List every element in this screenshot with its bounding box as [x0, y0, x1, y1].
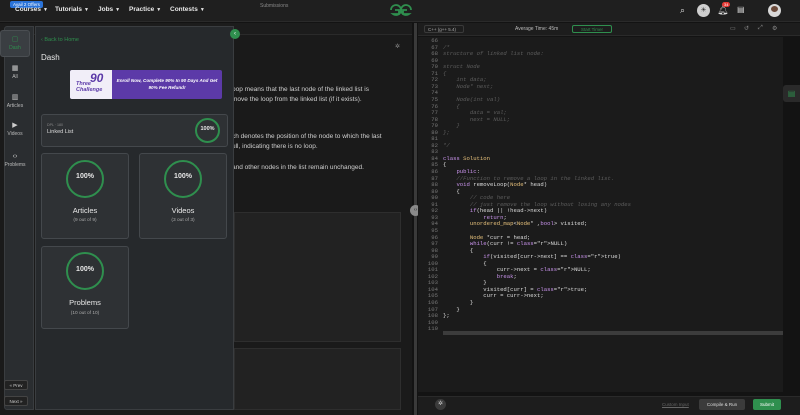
- chevron-down-icon: ▼: [115, 7, 121, 13]
- rail-item-label: Dash: [9, 45, 21, 51]
- nav-contests[interactable]: Contests ▼: [170, 6, 205, 13]
- example-block: [234, 348, 401, 410]
- nav-courses-label: Courses: [15, 6, 42, 13]
- rail-item-label: All: [12, 74, 18, 80]
- nav-jobs[interactable]: Jobs ▼: [98, 6, 120, 13]
- avatar[interactable]: [768, 4, 781, 17]
- articles-title: Articles: [72, 206, 98, 215]
- problem-text-line: oop means that the last node of the link…: [232, 86, 369, 93]
- rail-item-problems[interactable]: ‹› Problems: [0, 153, 30, 168]
- tab-submissions[interactable]: Submissions: [260, 3, 288, 9]
- settings-icon[interactable]: ⚙: [772, 25, 777, 32]
- rail-item-dash[interactable]: ▢ Dash: [0, 30, 30, 57]
- next-button[interactable]: Next »: [4, 396, 28, 406]
- banner-text: Enroll Now, Complete 90% In 90 Days And …: [116, 78, 218, 90]
- nav-contests-label: Contests: [170, 6, 198, 13]
- drawer-title: Dash: [41, 53, 60, 62]
- chevron-down-icon: ▼: [156, 7, 162, 13]
- problem-text-line: ull, indicating there is no loop.: [232, 143, 318, 150]
- book-icon: ▥: [11, 94, 19, 101]
- search-icon[interactable]: ⌕: [680, 5, 685, 16]
- rail-item-all[interactable]: ▦ All: [0, 64, 30, 80]
- videos-title: Videos: [171, 206, 195, 215]
- videos-percent: 100%: [174, 173, 192, 180]
- chevron-down-icon: ▼: [43, 7, 48, 13]
- rail-item-label: Articles: [6, 103, 24, 109]
- site-logo[interactable]: [389, 3, 413, 17]
- chevron-down-icon: ▼: [199, 7, 205, 13]
- course-meta: DPL · 180: [47, 123, 64, 127]
- notification-count-badge: 34: [722, 2, 731, 7]
- submit-button[interactable]: Submit: [753, 399, 781, 410]
- nav-tutorials[interactable]: Tutorials ▼: [55, 6, 89, 13]
- banner-logo-area: Three Challenge 90: [70, 70, 112, 99]
- rail-item-label: Videos: [7, 131, 23, 137]
- back-to-home-link[interactable]: ‹ Back to Home: [41, 37, 79, 43]
- promo-banner[interactable]: Three Challenge 90 Enroll Now, Complete 9…: [70, 70, 222, 99]
- problem-text-line: and other nodes in the list remain uncha…: [232, 164, 364, 171]
- videos-count: (3 out of 3): [171, 218, 195, 223]
- bug-icon[interactable]: ✲: [395, 43, 400, 50]
- problem-text-line: ch denotes the position of the node to w…: [232, 133, 382, 140]
- rail-item-label: Problems: [4, 162, 26, 168]
- nav-courses[interactable]: Courses ▼: [15, 6, 48, 13]
- chevron-down-icon: ▼: [83, 7, 89, 13]
- nav-jobs-label: Jobs: [98, 6, 114, 13]
- start-timer-button[interactable]: Start Timer: [572, 25, 612, 33]
- problems-title: Problems: [69, 298, 101, 307]
- code-editor[interactable]: 66 67/* 68 structure of linked list node: 69…: [418, 37, 783, 392]
- theme-toggle-icon[interactable]: ☀: [697, 4, 710, 17]
- language-select[interactable]: C++ (g++ 5.4): [424, 25, 464, 33]
- video-icon: ▶: [12, 122, 18, 129]
- problems-percent: 100%: [76, 266, 94, 273]
- copy-icon[interactable]: ▭: [730, 25, 736, 32]
- reset-icon[interactable]: ↺: [744, 25, 749, 32]
- average-time: Average Time: 45m: [515, 26, 559, 32]
- fullscreen-icon[interactable]: ⤢: [758, 25, 763, 32]
- close-drawer-icon[interactable]: ‹: [230, 29, 240, 39]
- banner-ninety-label: 90: [90, 71, 104, 85]
- articles-percent: 100%: [76, 173, 94, 180]
- dashboard-icon: ▢: [11, 36, 19, 43]
- progress-percent: 100%: [200, 126, 215, 132]
- nav-tutorials-label: Tutorials: [55, 6, 82, 13]
- grid-icon: ▦: [11, 65, 19, 72]
- code-icon: ‹›: [12, 153, 18, 160]
- banner-challenge-text: Challenge: [76, 87, 103, 93]
- editor-settings-icon[interactable]: ✲: [435, 399, 446, 410]
- problems-count: (10 out of 10): [70, 311, 100, 316]
- line-number: 110: [427, 325, 438, 333]
- articles-count: (9 out of 9): [73, 218, 97, 223]
- rail-item-videos[interactable]: ▶ Videos: [0, 121, 30, 137]
- rail-item-articles[interactable]: ▥ Articles: [0, 93, 30, 109]
- problem-text-line: move the loop from the linked list (if i…: [232, 96, 362, 103]
- book-icon[interactable]: ▤: [737, 5, 745, 14]
- compile-run-button[interactable]: Compile & Run: [699, 399, 745, 410]
- prev-button[interactable]: « Prev: [4, 380, 28, 390]
- back-home-label: Back to Home: [44, 37, 79, 43]
- sidebar-rail: [4, 26, 34, 410]
- nav-practice[interactable]: Practice ▼: [129, 6, 161, 13]
- nav-practice-label: Practice: [129, 6, 155, 13]
- course-title: Linked List: [47, 129, 74, 135]
- pane-splitter[interactable]: [414, 23, 417, 415]
- custom-input-link[interactable]: Custom Input: [662, 402, 689, 407]
- example-block: [234, 212, 401, 342]
- horizontal-scrollbar[interactable]: [443, 331, 783, 335]
- chat-icon[interactable]: ▤: [783, 85, 800, 102]
